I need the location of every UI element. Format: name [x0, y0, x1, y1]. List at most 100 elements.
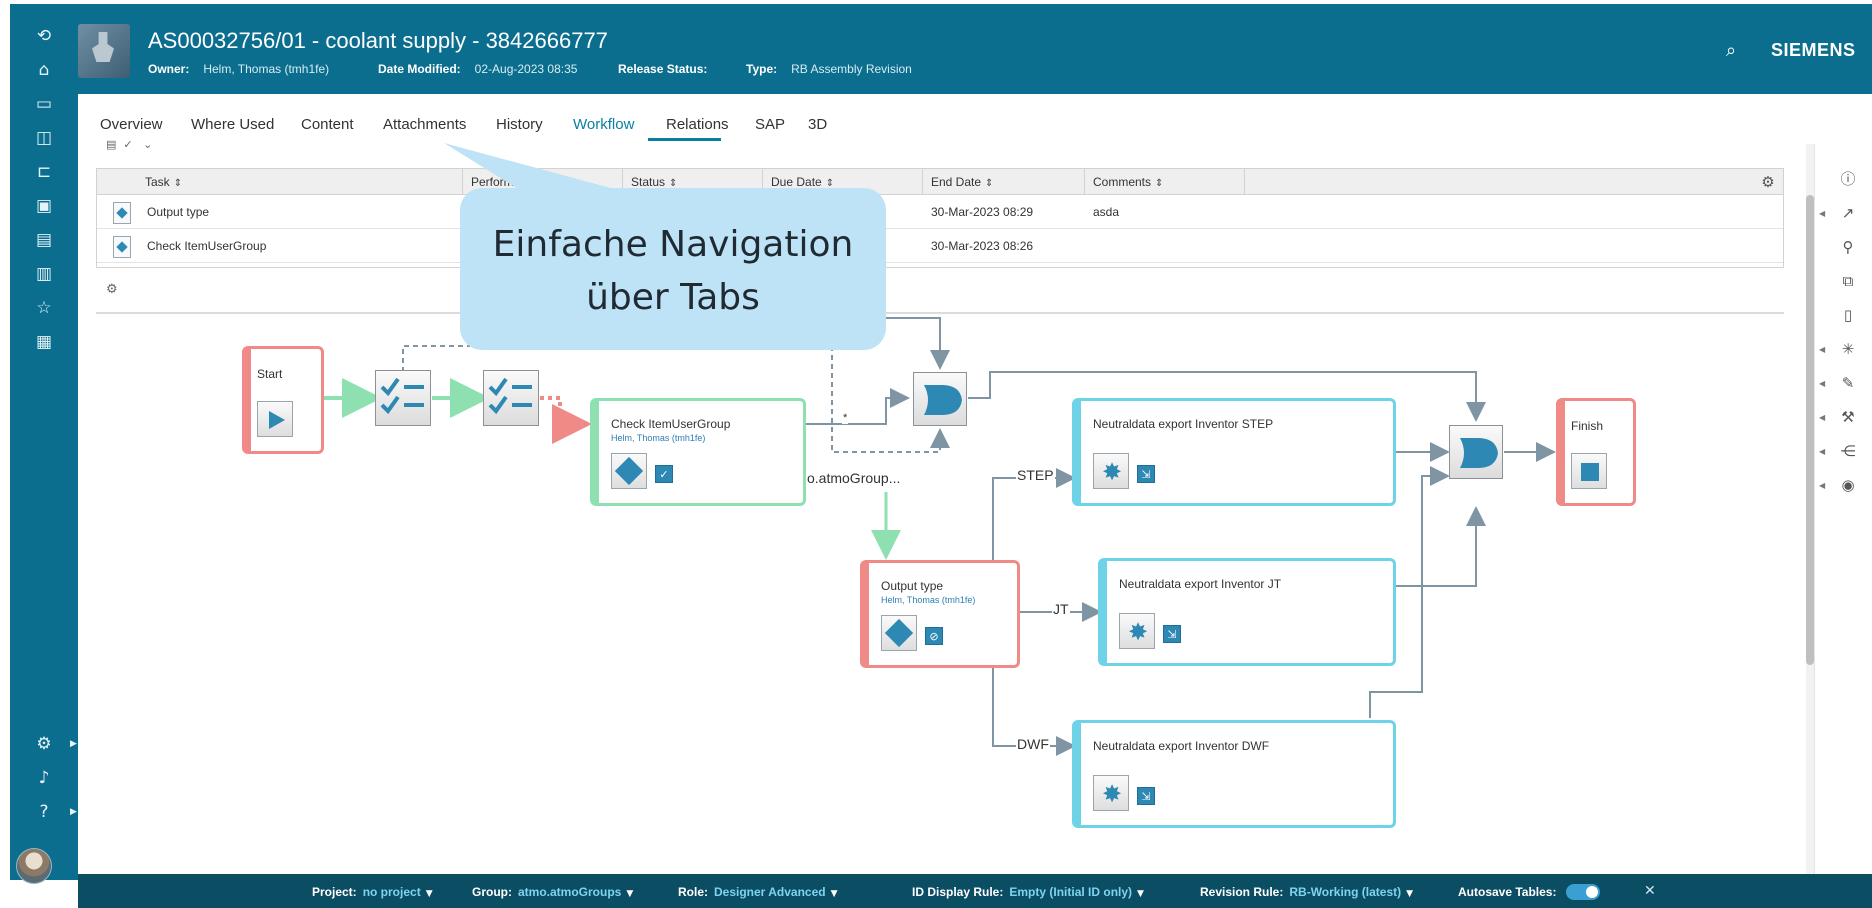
tab-sap[interactable]: SAP: [755, 116, 785, 133]
workflow-node-output-type[interactable]: Output type Helm, Thomas (tmh1fe) ⊘: [860, 560, 1020, 668]
export-star-icon: ✸: [1119, 613, 1155, 649]
tools-icon[interactable]: ⚒: [1837, 406, 1859, 428]
chevron-down-icon: ▼: [425, 889, 433, 899]
caret-right-icon: ▶: [70, 739, 77, 749]
revision-rule-selector[interactable]: Revision Rule: RB-Working (latest) ▼: [1200, 885, 1413, 899]
type-meta: Type: RB Assembly Revision: [746, 62, 912, 76]
tab-history[interactable]: History: [496, 116, 543, 133]
edge-label-star: *: [842, 412, 849, 424]
task-cell: Output type: [147, 205, 210, 219]
date-modified-meta: Date Modified: 02-Aug-2023 08:35: [378, 62, 578, 76]
and-gate-node-2[interactable]: [1449, 425, 1503, 479]
table-toolbar[interactable]: ▤ ✓ ⌄: [106, 138, 226, 152]
caret-left-icon: ◀: [1819, 447, 1826, 456]
export-star-icon: ✸: [1093, 775, 1129, 811]
column-header-task[interactable]: Task ⇕: [137, 169, 463, 195]
owner-meta: Owner: Helm, Thomas (tmh1fe): [148, 62, 330, 76]
table-header: Task ⇕ Performer ⇕ Status ⇕ Due Date ⇕ End D…: [97, 169, 1783, 195]
search-icon[interactable]: ⌕: [1726, 40, 1748, 62]
caret-left-icon: ◀: [1819, 209, 1826, 218]
caret-left-icon: ◀: [1819, 379, 1826, 388]
close-icon[interactable]: ✕: [1644, 883, 1656, 899]
tab-content[interactable]: Content: [301, 116, 354, 133]
folder-icon[interactable]: ▭: [32, 92, 56, 116]
and-gate-node-1[interactable]: [913, 372, 967, 426]
image-icon[interactable]: ▣: [32, 194, 56, 218]
column-header-comments[interactable]: Comments ⇕: [1085, 169, 1245, 195]
help-icon[interactable]: ?: [32, 800, 56, 824]
edge-label-atmo: o.atmoGroup...: [806, 470, 902, 486]
siemens-logo: SIEMENS: [1771, 40, 1856, 60]
checklist-task-node-2[interactable]: [483, 370, 539, 426]
group-selector[interactable]: Group: atmo.atmoGroups ▼: [472, 885, 633, 899]
inbox-icon[interactable]: ⊏: [32, 160, 56, 184]
info-icon[interactable]: ⓘ: [1837, 168, 1859, 190]
task-diamond-icon: [881, 615, 917, 651]
export-icon: ⇲: [1137, 787, 1155, 805]
workflow-finish-node[interactable]: Finish: [1556, 398, 1636, 506]
release-status-meta: Release Status:: [618, 62, 708, 76]
favorites-icon[interactable]: ☆: [32, 296, 56, 320]
tab-overview[interactable]: Overview: [100, 116, 163, 133]
notification-bell-icon[interactable]: ♪: [32, 766, 56, 790]
copy-icon[interactable]: ⧉: [1837, 270, 1859, 292]
open-external-icon[interactable]: ↗: [1837, 202, 1859, 224]
chevron-down-icon: ▼: [1406, 889, 1414, 899]
document-icon[interactable]: ▦: [32, 330, 56, 354]
user-avatar[interactable]: [16, 848, 52, 884]
page-title: AS00032756/01 - coolant supply - 3842666…: [148, 28, 608, 53]
export-star-icon: ✸: [1093, 453, 1129, 489]
workflow-node-check-itemusergroup[interactable]: Check ItemUserGroup Helm, Thomas (tmh1fe…: [590, 398, 806, 506]
autosave-toggle[interactable]: [1566, 884, 1600, 900]
view-icon[interactable]: ◉: [1837, 474, 1859, 496]
sparkle-icon[interactable]: ✳: [1837, 338, 1859, 360]
checklist-task-node-1[interactable]: [375, 370, 431, 426]
workflow-task-table: Task ⇕ Performer ⇕ Status ⇕ Due Date ⇕ End D…: [96, 168, 1784, 268]
workflow-icon[interactable]: ⚲: [1837, 236, 1859, 258]
tab-relations[interactable]: Relations: [666, 116, 729, 133]
project-selector[interactable]: Project: no project ▼: [312, 885, 433, 899]
workflow-start-node[interactable]: Start: [242, 346, 324, 454]
task-cell: Check ItemUserGroup: [147, 239, 267, 253]
tab-where-used[interactable]: Where Used: [191, 116, 274, 133]
table-settings-icon[interactable]: ⚙: [1757, 171, 1779, 193]
workflow-node-export-dwf[interactable]: Neutraldata export Inventor DWF ✸ ⇲: [1072, 720, 1396, 828]
paste-icon[interactable]: ▯: [1837, 304, 1859, 326]
tab-bar: Overview Where Used Content Attachments …: [78, 94, 1872, 144]
sort-icon: ⇕: [1155, 178, 1164, 189]
workflow-node-export-jt[interactable]: Neutraldata export Inventor JT ✸ ⇲: [1098, 558, 1396, 666]
chevron-down-icon: ▼: [1137, 889, 1144, 899]
export-icon: ⇲: [1137, 465, 1155, 483]
back-icon[interactable]: ⟲: [32, 24, 56, 48]
stop-icon: [1571, 453, 1607, 489]
play-icon: [257, 401, 293, 437]
home-icon[interactable]: ⌂: [32, 58, 56, 82]
diagram-tools-icon[interactable]: ⚙: [106, 282, 126, 302]
workflow-node-export-step[interactable]: Neutraldata export Inventor STEP ✸ ⇲: [1072, 398, 1396, 506]
report-icon[interactable]: ▥: [32, 262, 56, 286]
id-display-rule-selector[interactable]: ID Display Rule: Empty (Initial ID only) ▼: [912, 885, 1144, 899]
edit-icon[interactable]: ✎: [1837, 372, 1859, 394]
blocked-icon: ⊘: [925, 627, 943, 645]
comments-cell: asda: [1093, 205, 1120, 219]
scrollbar-thumb[interactable]: [1806, 195, 1814, 665]
tooltip-callout: Einfache Navigation über Tabs: [460, 188, 886, 350]
object-thumbnail: [78, 24, 130, 78]
table-row[interactable]: Output type 30-Mar-2023 08:29 asda: [97, 195, 1783, 229]
search-folder-icon[interactable]: ◫: [32, 126, 56, 150]
caret-right-icon: ▶: [70, 807, 77, 817]
right-tool-rail: ⓘ ◀ ↗ ⚲ ⧉ ▯ ◀ ✳ ◀ ✎ ◀ ⚒ ◀ ⋲ ◀ ◉: [1814, 144, 1872, 874]
role-selector[interactable]: Role: Designer Advanced ▼: [678, 885, 838, 899]
table-row[interactable]: Check ItemUserGroup 30-Mar-2023 08:26: [97, 229, 1783, 263]
form-icon[interactable]: ▤: [32, 228, 56, 252]
tab-3d[interactable]: 3D: [808, 116, 827, 133]
share-icon[interactable]: ⋲: [1837, 440, 1859, 462]
tab-workflow[interactable]: Workflow: [573, 116, 634, 133]
chevron-down-icon: ▼: [626, 889, 634, 899]
settings-icon[interactable]: ⚙: [32, 732, 56, 756]
active-tab-indicator: [648, 138, 721, 141]
column-header-end-date[interactable]: End Date ⇕: [923, 169, 1085, 195]
export-icon: ⇲: [1163, 625, 1181, 643]
callout-text: Einfache Navigation über Tabs: [492, 224, 854, 318]
tab-attachments[interactable]: Attachments: [383, 116, 466, 133]
